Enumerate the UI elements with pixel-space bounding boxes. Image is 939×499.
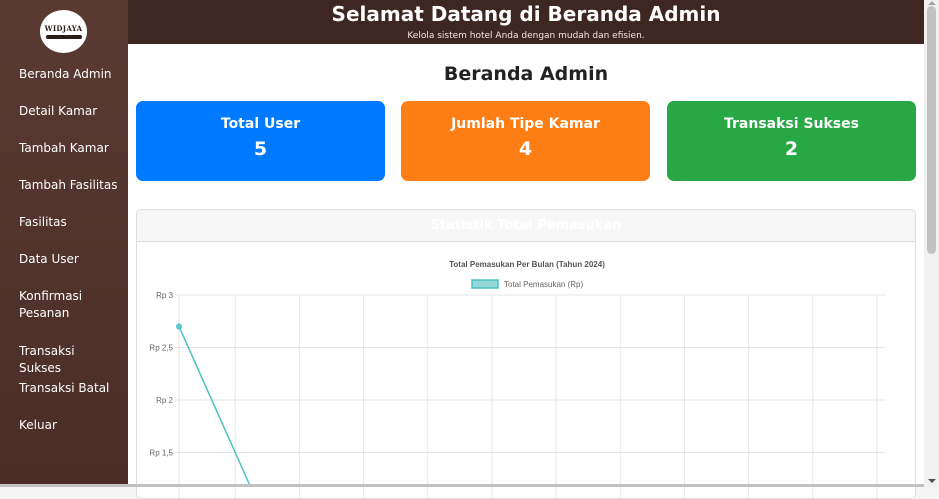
sidebar-item-fasilitas[interactable]: Fasilitas <box>0 214 77 231</box>
card-label: Jumlah Tipe Kamar <box>451 116 600 132</box>
chart-panel-title: Statistik Total Pemasukan <box>137 210 915 242</box>
room-type-count-card: Jumlah Tipe Kamar 4 <box>401 101 650 181</box>
card-value: 5 <box>253 138 268 160</box>
sidebar-item-konfirmasi-pesanan[interactable]: Konfirmasi Pesanan <box>0 288 100 322</box>
sidebar-item-keluar[interactable]: Keluar <box>0 417 67 434</box>
sidebar-item-tambah-kamar[interactable]: Tambah Kamar <box>0 140 119 157</box>
header-title: Selamat Datang di Beranda Admin <box>331 2 721 26</box>
scroll-up-arrow-icon[interactable] <box>928 1 936 5</box>
card-label: Total User <box>220 116 301 132</box>
y-tick-label: Rp 1,5 <box>149 449 173 458</box>
y-axis-ticks: Rp 3 Rp 2,5 Rp 2 Rp 1,5 <box>149 291 173 458</box>
card-value: 2 <box>784 138 799 160</box>
sidebar-item-transaksi-sukses[interactable]: Transaksi Sukses <box>0 343 128 377</box>
logo-band <box>45 35 82 39</box>
sidebar-item-data-user[interactable]: Data User <box>0 251 89 268</box>
header-subtitle: Kelola sistem hotel Anda dengan mudah da… <box>407 31 645 41</box>
series-line <box>178 326 250 485</box>
revenue-chart-panel: Statistik Total Pemasukan Total Pemasuka… <box>136 209 916 499</box>
chart-title: Total Pemasukan Per Bulan (Tahun 2024) <box>449 260 605 269</box>
scroll-down-arrow-icon[interactable] <box>928 479 936 483</box>
sidebar-item-detail-kamar[interactable]: Detail Kamar <box>0 103 107 120</box>
card-value: 4 <box>518 138 533 160</box>
main-content: Beranda Admin Total User 5 Jumlah Tipe K… <box>128 44 924 499</box>
y-tick-label: Rp 2,5 <box>149 344 173 353</box>
page-header: Selamat Datang di Beranda Admin Kelola s… <box>128 0 924 44</box>
sidebar-item-tambah-fasilitas[interactable]: Tambah Fasilitas <box>0 177 128 194</box>
revenue-line-chart: Total Pemasukan Per Bulan (Tahun 2024) T… <box>149 260 885 498</box>
legend-label: Total Pemasukan (Rp) <box>504 280 583 289</box>
vertical-scrollbar[interactable] <box>924 0 939 487</box>
successful-transactions-card: Transaksi Sukses 2 <box>667 101 916 181</box>
sidebar-item-transaksi-batal[interactable]: Transaksi Batal <box>0 380 119 397</box>
card-label: Transaksi Sukses <box>724 116 859 132</box>
hotel-logo[interactable]: WIDJAYA <box>40 10 87 53</box>
sidebar-item-beranda-admin[interactable]: Beranda Admin <box>0 66 122 83</box>
y-tick-label: Rp 3 <box>156 291 173 300</box>
page-title: Beranda Admin <box>443 63 609 85</box>
chart-grid <box>175 294 885 498</box>
total-user-card: Total User 5 <box>136 101 385 181</box>
data-point[interactable] <box>176 323 182 330</box>
logo-text: WIDJAYA <box>44 24 83 33</box>
sidebar: WIDJAYA Beranda Admin Detail Kamar Tamba… <box>0 0 128 487</box>
y-tick-label: Rp 2 <box>156 396 173 405</box>
scroll-thumb[interactable] <box>927 6 936 254</box>
legend-swatch <box>471 279 499 289</box>
chart-legend[interactable]: Total Pemasukan (Rp) <box>471 279 583 289</box>
